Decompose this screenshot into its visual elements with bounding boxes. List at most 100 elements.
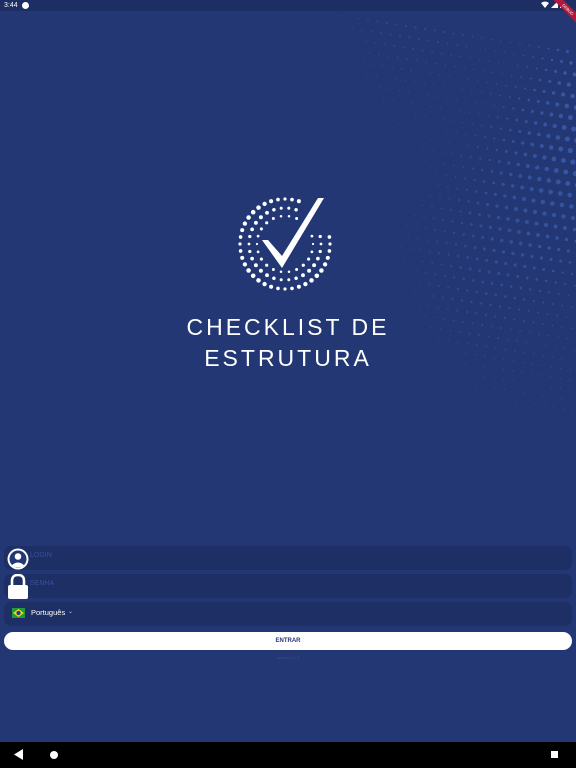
wave-dot [429,72,431,75]
wave-dot [456,287,460,291]
wave-dot [557,81,562,85]
wave-dot [338,14,341,17]
wave-dot [391,244,393,247]
wave-dot [475,384,477,386]
wave-dot [532,393,534,395]
wave-dot [385,21,389,25]
wave-dot [408,91,410,93]
wave-dot [543,222,549,228]
wave-dot [411,102,413,105]
password-field[interactable]: SENHA [4,574,572,598]
wave-dot [523,264,527,269]
wave-dot [504,150,508,153]
wave-dot [555,236,559,240]
wave-dot [477,80,479,82]
wave-dot [536,132,541,137]
wave-dot [509,128,512,132]
wave-dot [413,214,416,217]
wave-dot [398,89,401,92]
user-circle-icon [7,548,29,570]
logo-dot [269,284,274,289]
triangle-back-icon[interactable] [14,749,24,760]
wave-dot [495,83,498,85]
wave-dot [386,109,388,112]
wave-dot [503,194,507,198]
wave-dot [428,305,430,307]
enter-button[interactable]: ENTRAR [4,632,572,650]
wave-dot [440,52,443,55]
wave-dot [518,97,521,100]
wave-dot [454,65,456,68]
wave-dot [563,71,567,75]
wave-dot [534,403,536,405]
wave-dot [464,177,467,180]
wave-dot [437,306,440,309]
wave-dot [432,150,434,152]
logo-dot [328,242,332,246]
wave-dot [360,116,362,119]
wave-dot [494,387,496,389]
wave-dot [414,114,417,116]
wave-dot [486,81,488,84]
wave-dot [405,112,407,115]
wave-dot [567,115,573,120]
wave-dot [393,200,395,202]
wave-dot [376,108,379,110]
logo-dot [272,276,276,280]
wave-dot [464,244,467,248]
wave-dot [551,91,556,95]
wave-dot [439,140,441,142]
wave-dot [449,208,453,212]
wave-dot [359,50,361,53]
wave-dot [527,98,531,102]
status-time: 3:44 [4,2,18,9]
wave-dot [448,141,451,144]
wave-dot [490,170,494,173]
wave-dot [452,32,455,35]
wave-dot [547,246,551,250]
wave-dot [573,284,576,287]
wave-dot [433,117,435,119]
wave-dot [509,172,513,177]
wave-dot [549,145,554,150]
wave-dot [398,34,402,38]
wave-dot [571,306,573,308]
wave-dot [515,118,518,122]
logo-dot [253,220,258,225]
circle-home-icon[interactable] [50,751,58,759]
logo-dot [303,281,308,287]
wave-dot [366,73,369,76]
wave-dot [473,68,475,71]
wave-dot [465,188,469,192]
wave-dot [565,181,571,186]
wave-dot [381,65,384,67]
language-selector[interactable]: Português ⌄ [4,602,572,626]
wave-dot [410,135,413,138]
wave-dot [521,141,525,145]
wave-dot [401,190,403,192]
wave-dot [372,63,374,66]
logo-dot [279,206,283,210]
wave-dot [539,78,542,82]
wave-dot [455,98,457,101]
wave-dot [458,143,460,145]
wave-dot [569,204,574,209]
wave-dot [474,134,477,137]
wave-dot [512,380,514,382]
wave-dot [570,93,575,99]
wave-dot [462,34,464,36]
wave-dot [434,229,437,231]
logo-dot [256,250,260,254]
wave-dot [364,40,367,43]
wave-dot [373,96,375,99]
wave-dot [391,188,394,191]
wave-dot [382,131,384,133]
wave-dot [474,101,477,104]
wave-dot [471,90,473,92]
login-field[interactable]: LOGIN [4,546,572,570]
logo-dot [279,215,283,218]
square-recents-icon[interactable] [551,751,558,758]
logo-dot [279,270,283,273]
wave-dot [394,289,397,291]
wave-dot [412,259,415,261]
